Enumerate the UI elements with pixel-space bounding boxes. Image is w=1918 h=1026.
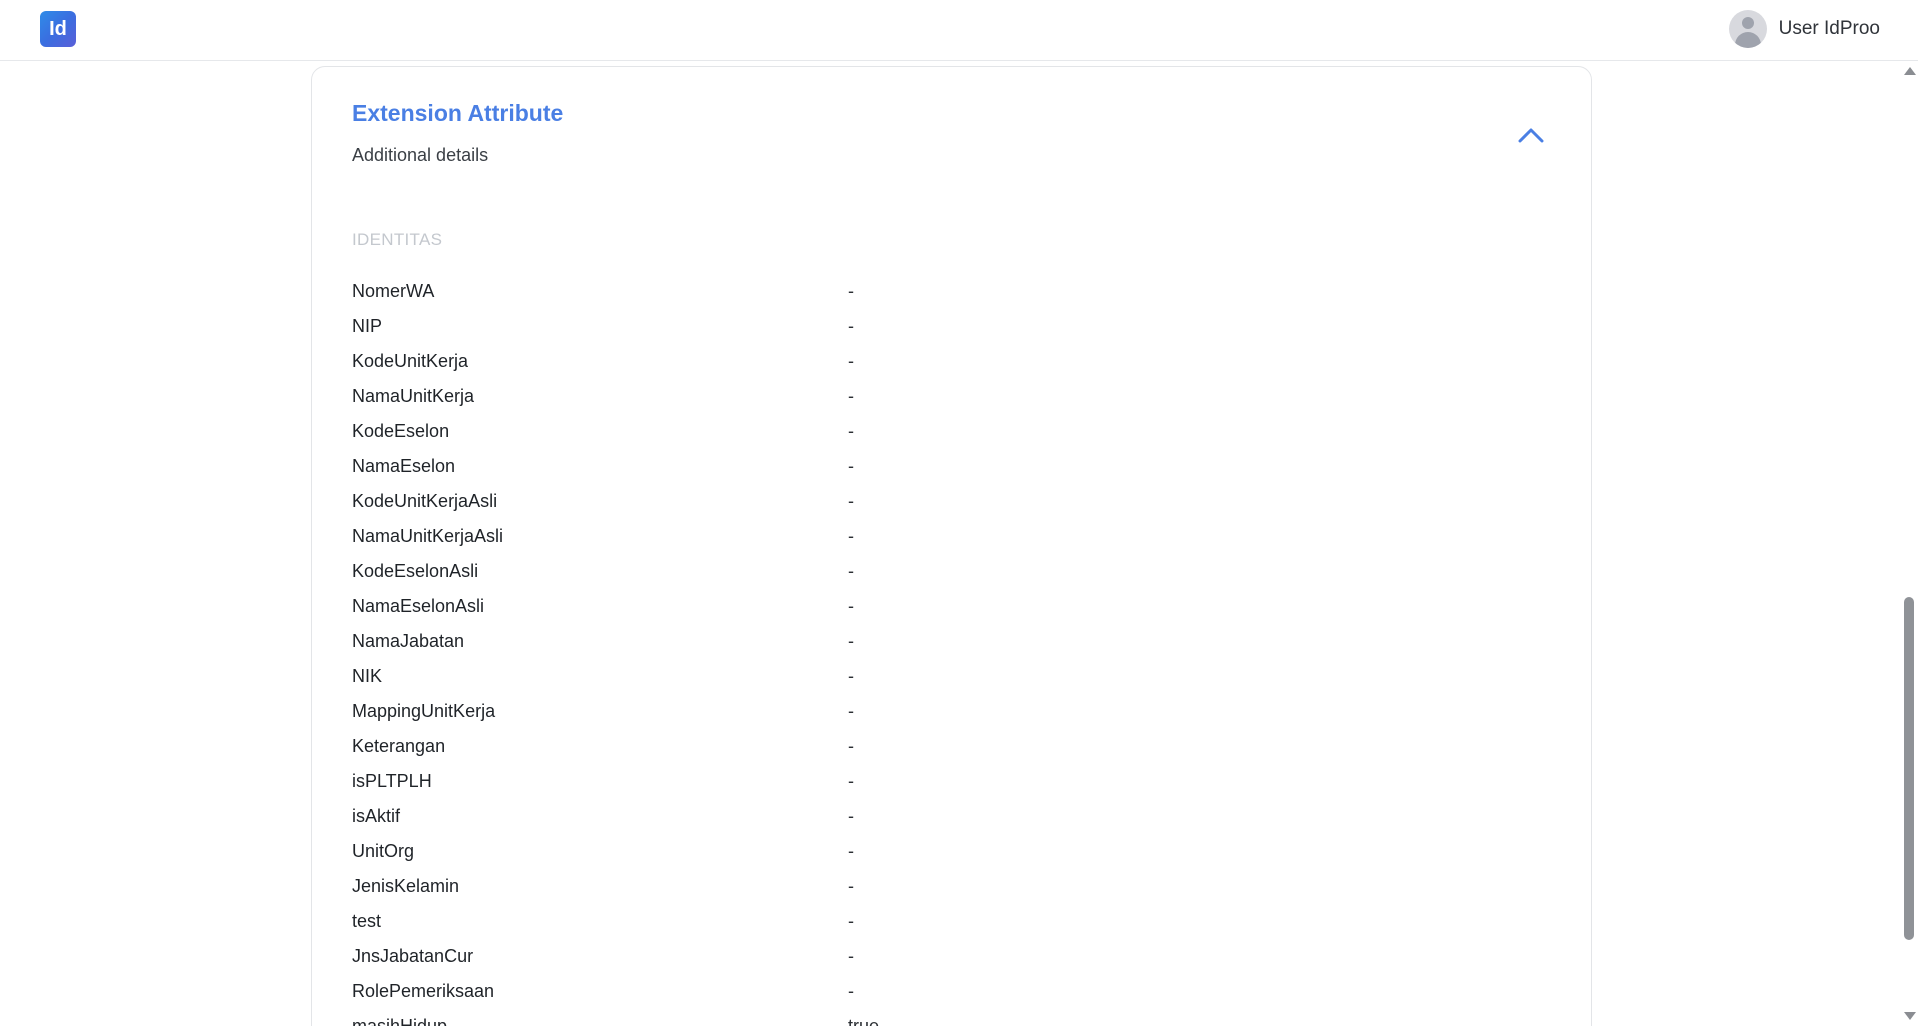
attribute-key: RolePemeriksaan [352, 981, 495, 1001]
attribute-value: - [848, 386, 854, 406]
attribute-row: KodeEselonAsli - [352, 554, 1552, 589]
collapse-button[interactable] [1513, 117, 1549, 153]
attribute-row: isPLTPLH - [352, 764, 1552, 799]
extension-attribute-card: Extension Attribute Additional details I… [311, 66, 1592, 1026]
attribute-row: NamaUnitKerja - [352, 379, 1552, 414]
avatar-icon [1728, 10, 1767, 48]
attribute-row: NIK - [352, 659, 1552, 694]
attribute-row: test - [352, 904, 1552, 939]
attribute-row: KodeEselon - [352, 414, 1552, 449]
attribute-value: - [848, 456, 854, 476]
attribute-key: NIP [352, 316, 383, 336]
attribute-key: KodeEselonAsli [352, 561, 479, 581]
attribute-key: NamaJabatan [352, 631, 465, 651]
attribute-key: MappingUnitKerja [352, 701, 496, 721]
attribute-value: - [848, 736, 854, 756]
attribute-row: Keterangan - [352, 729, 1552, 764]
attribute-row: JenisKelamin - [352, 869, 1552, 904]
attribute-value: - [848, 421, 854, 441]
attribute-value: - [848, 946, 854, 966]
attribute-value: - [848, 806, 854, 826]
attribute-value: - [848, 911, 854, 931]
attribute-row: JnsJabatanCur - [352, 939, 1552, 974]
attribute-row: NamaUnitKerjaAsli - [352, 519, 1552, 554]
attribute-key: isPLTPLH [352, 771, 432, 791]
attribute-key: masihHidup [352, 1016, 448, 1026]
attribute-key: KodeUnitKerja [352, 351, 469, 371]
card-title: Extension Attribute [352, 100, 564, 126]
attribute-key: NomerWA [352, 281, 435, 301]
attribute-key: JnsJabatanCur [352, 946, 474, 966]
attribute-value: - [848, 491, 854, 511]
app-logo-text: Id [49, 17, 67, 40]
attribute-value: - [848, 876, 854, 896]
attribute-value: - [848, 351, 854, 371]
attribute-key: Keterangan [352, 736, 446, 756]
attribute-row: NamaEselon - [352, 449, 1552, 484]
attribute-row: NamaEselonAsli - [352, 589, 1552, 624]
attribute-row: NomerWA - [352, 274, 1552, 309]
attribute-row: KodeUnitKerjaAsli - [352, 484, 1552, 519]
attribute-key: NamaUnitKerja [352, 386, 475, 406]
scroll-thumb[interactable] [1904, 597, 1914, 940]
attribute-value: - [848, 561, 854, 581]
chevron-up-icon [1518, 128, 1544, 143]
attribute-list: NomerWA - NIP - KodeUnitKerja - NamaUnitKerja -… [352, 274, 1552, 1026]
attribute-value: - [848, 631, 854, 651]
attribute-key: isAktif [352, 806, 401, 826]
attribute-row: isAktif - [352, 799, 1552, 834]
card-subtitle: Additional details [352, 145, 489, 165]
attribute-key: JenisKelamin [352, 876, 460, 896]
attribute-key: test [352, 911, 382, 931]
attribute-row: UnitOrg - [352, 834, 1552, 869]
attribute-value: true [848, 1016, 880, 1026]
attribute-value: - [848, 526, 854, 546]
attribute-row: masihHidup true [352, 1009, 1552, 1026]
attribute-key: UnitOrg [352, 841, 415, 861]
attribute-value: - [848, 981, 854, 1001]
attribute-key: NamaEselon [352, 456, 456, 476]
attribute-key: NamaUnitKerjaAsli [352, 526, 504, 546]
attribute-value: - [848, 316, 854, 336]
user-name: User IdProo [1778, 18, 1880, 39]
user-menu[interactable]: User IdProo [1728, 10, 1880, 48]
attribute-row: NIP - [352, 309, 1552, 344]
attribute-row: KodeUnitKerja - [352, 344, 1552, 379]
scroll-up-arrow-icon[interactable] [1904, 67, 1916, 75]
section-label-identitas: IDENTITAS [352, 230, 443, 249]
attribute-row: RolePemeriksaan - [352, 974, 1552, 1009]
attribute-key: KodeEselon [352, 421, 450, 441]
attribute-value: - [848, 666, 854, 686]
attribute-value: - [848, 281, 854, 301]
attribute-key: KodeUnitKerjaAsli [352, 491, 498, 511]
attribute-value: - [848, 841, 854, 861]
vertical-scrollbar[interactable] [1900, 61, 1918, 1026]
attribute-row: NamaJabatan - [352, 624, 1552, 659]
attribute-value: - [848, 596, 854, 616]
attribute-row: MappingUnitKerja - [352, 694, 1552, 729]
attribute-key: NIK [352, 666, 383, 686]
attribute-value: - [848, 771, 854, 791]
app-logo[interactable]: Id [40, 11, 76, 47]
scroll-down-arrow-icon[interactable] [1904, 1012, 1916, 1020]
attribute-value: - [848, 701, 854, 721]
attribute-key: NamaEselonAsli [352, 596, 485, 616]
top-navbar: Id User IdProo [0, 0, 1918, 61]
